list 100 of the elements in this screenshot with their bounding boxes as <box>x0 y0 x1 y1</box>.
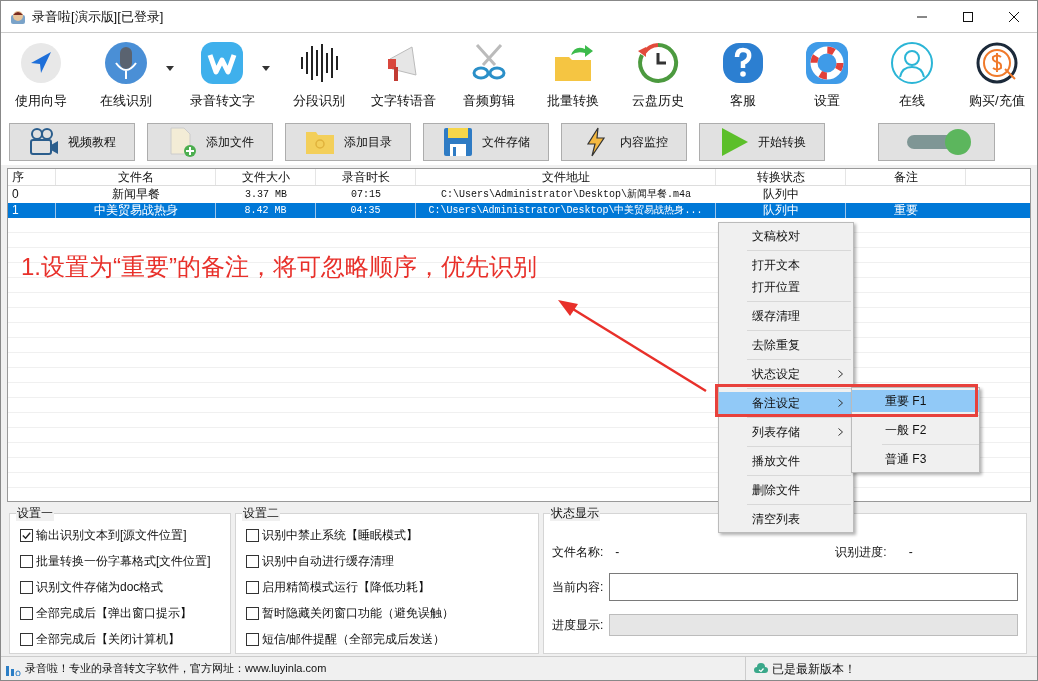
menu-item[interactable]: 列表存储 <box>719 421 853 443</box>
app-icon <box>10 8 26 25</box>
checkbox[interactable] <box>246 554 259 568</box>
option-label: 启用精简模式运行【降低功耗】 <box>262 579 430 596</box>
dropdown-caret-icon[interactable] <box>262 65 271 71</box>
progress-value: - <box>908 544 913 561</box>
table-cell-text: 重要 <box>893 203 919 218</box>
clock-history-icon <box>636 41 681 86</box>
menu-item[interactable]: 文稿校对 <box>719 225 853 247</box>
toolbar-button[interactable]: 录音转文字 <box>186 41 259 111</box>
table-cell-text: 3.37 MB <box>244 188 288 202</box>
column-header[interactable]: 录音时长 <box>316 169 416 185</box>
option-label: 短信/邮件提醒（全部完成后发送） <box>262 631 446 648</box>
submenu-item[interactable]: 重要 F1 <box>852 390 979 412</box>
option-label: 识别中自动进行缓存清理 <box>262 553 394 570</box>
submenu-chevron-icon <box>838 399 843 407</box>
column-header[interactable]: 备注 <box>846 169 966 185</box>
column-header[interactable]: 文件名 <box>56 169 216 185</box>
maximize-icon <box>963 11 973 22</box>
microphone-icon <box>103 41 148 86</box>
menu-item[interactable]: 清空列表 <box>719 508 853 530</box>
toolbar-button[interactable]: 客服 <box>706 41 779 111</box>
content-field[interactable] <box>609 573 1018 601</box>
table-cell: C:\Users\Administrator\Desktop\中美贸易战热身... <box>416 203 716 218</box>
table-row[interactable]: 0 新闻早餐 3.37 MB 07:15 C:\Users\Administrator\Desktop\新闻早餐.m4a 队列中 <box>8 187 1030 202</box>
close-icon <box>1009 11 1019 22</box>
toolbar-button[interactable]: 文字转语音 <box>367 41 440 111</box>
toolbar-button[interactable]: 在线识别 <box>89 41 162 111</box>
field-label: 当前内容: <box>552 579 604 596</box>
toolbar-button[interactable]: 在线 <box>876 41 949 111</box>
file-name-value: - <box>615 544 620 561</box>
version-text: 已是最新版本！ <box>772 660 856 678</box>
column-header[interactable]: 序 <box>8 169 56 185</box>
column-header[interactable]: 转换状态 <box>716 169 846 185</box>
checkbox[interactable] <box>246 632 259 646</box>
checkbox[interactable] <box>246 606 259 620</box>
submenu-chevron-icon <box>838 370 843 378</box>
option-label: 批量转换一份字幕格式[文件位置] <box>36 553 211 570</box>
menu-item[interactable]: 删除文件 <box>719 479 853 501</box>
table-cell-text: 新闻早餐 <box>111 187 161 202</box>
lifebuoy-icon <box>805 41 850 86</box>
checkbox[interactable] <box>246 528 259 542</box>
table-cell-text: 07:15 <box>350 188 382 202</box>
menu-item[interactable]: 打开文本 <box>719 254 853 276</box>
checkbox[interactable] <box>20 580 33 594</box>
action-button[interactable]: 开始转换 <box>699 123 825 161</box>
dropdown-caret-icon[interactable] <box>165 65 174 71</box>
checkbox[interactable] <box>20 606 33 620</box>
action-button[interactable]: 添加文件 <box>147 123 273 161</box>
option-label: 输出识别文本到[源文件位置] <box>36 527 187 544</box>
checkbox[interactable] <box>20 632 33 646</box>
group-title: 设置一 <box>16 505 54 521</box>
table-cell: 队列中 <box>716 203 846 218</box>
field-label: 文件名称: <box>552 544 604 561</box>
action-button[interactable]: 文件存储 <box>423 123 549 161</box>
column-header[interactable]: 文件大小 <box>216 169 316 185</box>
toolbar-button[interactable]: 音频剪辑 <box>452 41 525 111</box>
option-label: 识别中禁止系统【睡眠模式】 <box>262 527 418 544</box>
status-text: 录音啦！专业的录音转文字软件，官方网址：www.luyinla.com <box>25 661 328 677</box>
action-button[interactable]: 添加目录 <box>285 123 411 161</box>
cloud-check-icon <box>754 663 768 674</box>
submenu-item[interactable]: 一般 F2 <box>852 419 979 441</box>
menu-item[interactable]: 打开位置 <box>719 276 853 298</box>
option-label: 全部完成后【弹出窗口提示】 <box>36 605 192 622</box>
menu-item[interactable]: 去除重复 <box>719 334 853 356</box>
menu-item[interactable]: 备注设定 <box>719 392 853 414</box>
letter-w-icon <box>200 41 245 86</box>
toolbar-button[interactable]: 云盘历史 <box>622 41 695 111</box>
table-cell: 8.42 MB <box>216 203 316 218</box>
toolbar-button[interactable]: 设置 <box>791 41 864 111</box>
table-cell-text: 队列中 <box>762 187 800 202</box>
checkbox[interactable] <box>20 528 33 542</box>
toggle-switch[interactable] <box>878 123 995 161</box>
table-cell-text: 0 <box>11 187 20 202</box>
toolbar-button[interactable]: 使用向导 <box>5 41 77 111</box>
option-label: 暂时隐藏关闭窗口功能（避免误触） <box>262 605 454 622</box>
field-label: 进度显示: <box>552 617 604 634</box>
dollar-coin-icon <box>974 41 1019 86</box>
menu-item[interactable]: 缓存清理 <box>719 305 853 327</box>
checkbox[interactable] <box>246 580 259 594</box>
option-label: 全部完成后【关闭计算机】 <box>36 631 180 648</box>
table-row[interactable]: 1 中美贸易战热身 8.42 MB 04:35 C:\Users\Administrator\Desktop\中美贸易战热身... 队列中 重要 <box>8 203 1030 218</box>
menu-item[interactable]: 播放文件 <box>719 450 853 472</box>
video-camera-icon <box>28 126 60 158</box>
toolbar-button[interactable]: 购买/充值 <box>960 41 1033 111</box>
toolbar-button[interactable]: 批量转换 <box>537 41 610 111</box>
field-label: 识别进度: <box>835 544 887 561</box>
group-title: 状态显示 <box>550 505 600 521</box>
submenu-item[interactable]: 普通 F3 <box>852 448 979 470</box>
action-button[interactable]: 内容监控 <box>561 123 687 161</box>
action-button[interactable]: 视频教程 <box>9 123 135 161</box>
submenu-chevron-icon <box>838 428 843 436</box>
checkbox[interactable] <box>20 554 33 568</box>
table-cell: 04:35 <box>316 203 416 218</box>
annotation-text: 1.设置为“重要”的备注，将可忽略顺序，优先识别 <box>21 252 537 282</box>
table-cell-text: C:\Users\Administrator\Desktop\新闻早餐.m4a <box>439 187 692 202</box>
menu-item[interactable]: 状态设定 <box>719 363 853 385</box>
toolbar-button[interactable]: 分段识别 <box>283 41 356 111</box>
column-header[interactable]: 文件地址 <box>416 169 716 185</box>
table-cell: 1 <box>8 203 56 218</box>
